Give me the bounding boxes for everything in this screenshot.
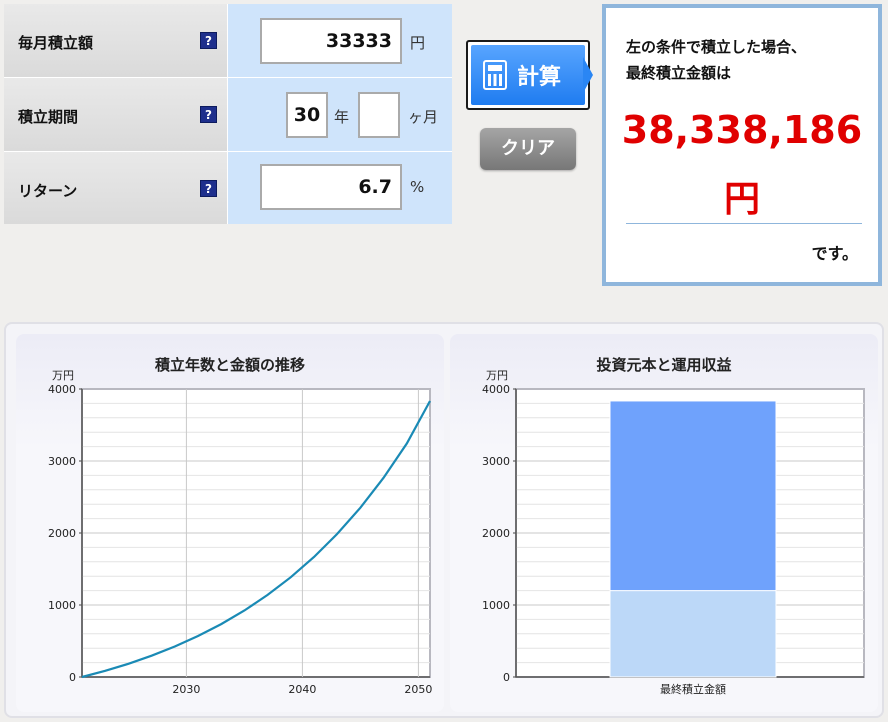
y-tick-label: 0 xyxy=(69,671,76,684)
return-label-cell: リターン ? xyxy=(4,152,228,224)
y-tick-label: 0 xyxy=(503,671,510,684)
result-currency: 円 xyxy=(723,179,760,220)
monthly-amount-unit: 円 xyxy=(410,34,426,52)
y-tick-label: 2000 xyxy=(48,527,76,540)
period-row: 積立期間 ? 30 年 ヶ月 xyxy=(4,78,452,152)
bar-principal xyxy=(609,590,777,678)
x-tick-label: 2040 xyxy=(288,683,316,696)
breakdown-bar-chart: 0 1000 2000 3000 4000万円最終積立金額 xyxy=(482,369,865,696)
clear-button[interactable]: クリア xyxy=(480,128,576,170)
period-years-unit: 年 xyxy=(334,108,350,126)
result-intro: 左の条件で積立した場合、 最終積立金額は xyxy=(626,34,806,86)
y-tick-label: 4000 xyxy=(482,383,510,396)
return-rate-input[interactable]: 6.7 xyxy=(260,164,402,210)
x-tick-label: 2030 xyxy=(172,683,200,696)
help-icon[interactable]: ? xyxy=(200,106,217,123)
help-icon[interactable]: ? xyxy=(200,32,217,49)
period-label: 積立期間 xyxy=(18,108,79,126)
monthly-amount-row: 毎月積立額 ? 33333 円 xyxy=(4,4,452,78)
calculate-button[interactable]: 計算 xyxy=(466,40,593,110)
x-tick-label: 2050 xyxy=(404,683,432,696)
result-intro-line2: 最終積立金額は xyxy=(626,64,732,82)
calculator-icon xyxy=(483,60,507,90)
y-tick-label: 1000 xyxy=(48,599,76,612)
return-row: リターン ? 6.7 % xyxy=(4,152,452,224)
monthly-amount-label: 毎月積立額 xyxy=(18,34,94,52)
monthly-amount-label-cell: 毎月積立額 ? xyxy=(4,4,228,77)
y-tick-label: 3000 xyxy=(482,455,510,468)
y-tick-label: 3000 xyxy=(48,455,76,468)
y-tick-label: 1000 xyxy=(482,599,510,612)
growth-chart-panel: 積立年数と金額の推移 0 1000 2000 3000 4000 万円 2030 2040 20… xyxy=(16,334,444,712)
result-divider xyxy=(626,223,862,224)
arrow-right-icon xyxy=(583,57,593,93)
period-input-cell: 30 年 ヶ月 xyxy=(228,78,452,151)
x-category-label: 最終積立金額 xyxy=(660,682,726,696)
y-tick-label: 4000 xyxy=(48,383,76,396)
monthly-amount-input-cell: 33333 円 xyxy=(228,4,452,77)
period-months-input[interactable] xyxy=(358,92,400,138)
y-axis-unit: 万円 xyxy=(52,369,74,382)
monthly-amount-input[interactable]: 33333 xyxy=(260,18,402,64)
growth-line-chart: 0 1000 2000 3000 4000万円 2030 2040 2050 xyxy=(48,369,432,696)
result-panel: 左の条件で積立した場合、 最終積立金額は 38,338,186 円 です。 xyxy=(602,4,882,286)
period-months-unit: ヶ月 xyxy=(408,108,439,126)
period-label-cell: 積立期間 ? xyxy=(4,78,228,151)
help-icon[interactable]: ? xyxy=(200,180,217,197)
input-form: 毎月積立額 ? 33333 円 積立期間 ? 30 年 ヶ月 リターン ? 6.… xyxy=(4,4,452,224)
breakdown-chart-panel: 投資元本と運用収益 0 1000 2000 3000 4000 万円 最終積立金額 xyxy=(450,334,878,712)
bar-return xyxy=(609,400,777,592)
result-intro-line1: 左の条件で積立した場合、 xyxy=(626,38,807,56)
period-years-input[interactable]: 30 xyxy=(286,92,328,138)
calculate-button-face: 計算 xyxy=(471,45,593,105)
charts-area: 積立年数と金額の推移 0 1000 2000 3000 4000 万円 2030 2040 20… xyxy=(4,322,884,718)
result-amount: 38,338,186 xyxy=(621,108,863,152)
calculate-button-label: 計算 xyxy=(517,65,562,90)
y-axis-unit: 万円 xyxy=(486,369,508,382)
return-input-cell: 6.7 % xyxy=(228,152,452,224)
return-rate-unit: % xyxy=(410,178,425,196)
result-suffix: です。 xyxy=(811,244,858,263)
return-label: リターン xyxy=(18,182,78,200)
y-tick-label: 2000 xyxy=(482,527,510,540)
